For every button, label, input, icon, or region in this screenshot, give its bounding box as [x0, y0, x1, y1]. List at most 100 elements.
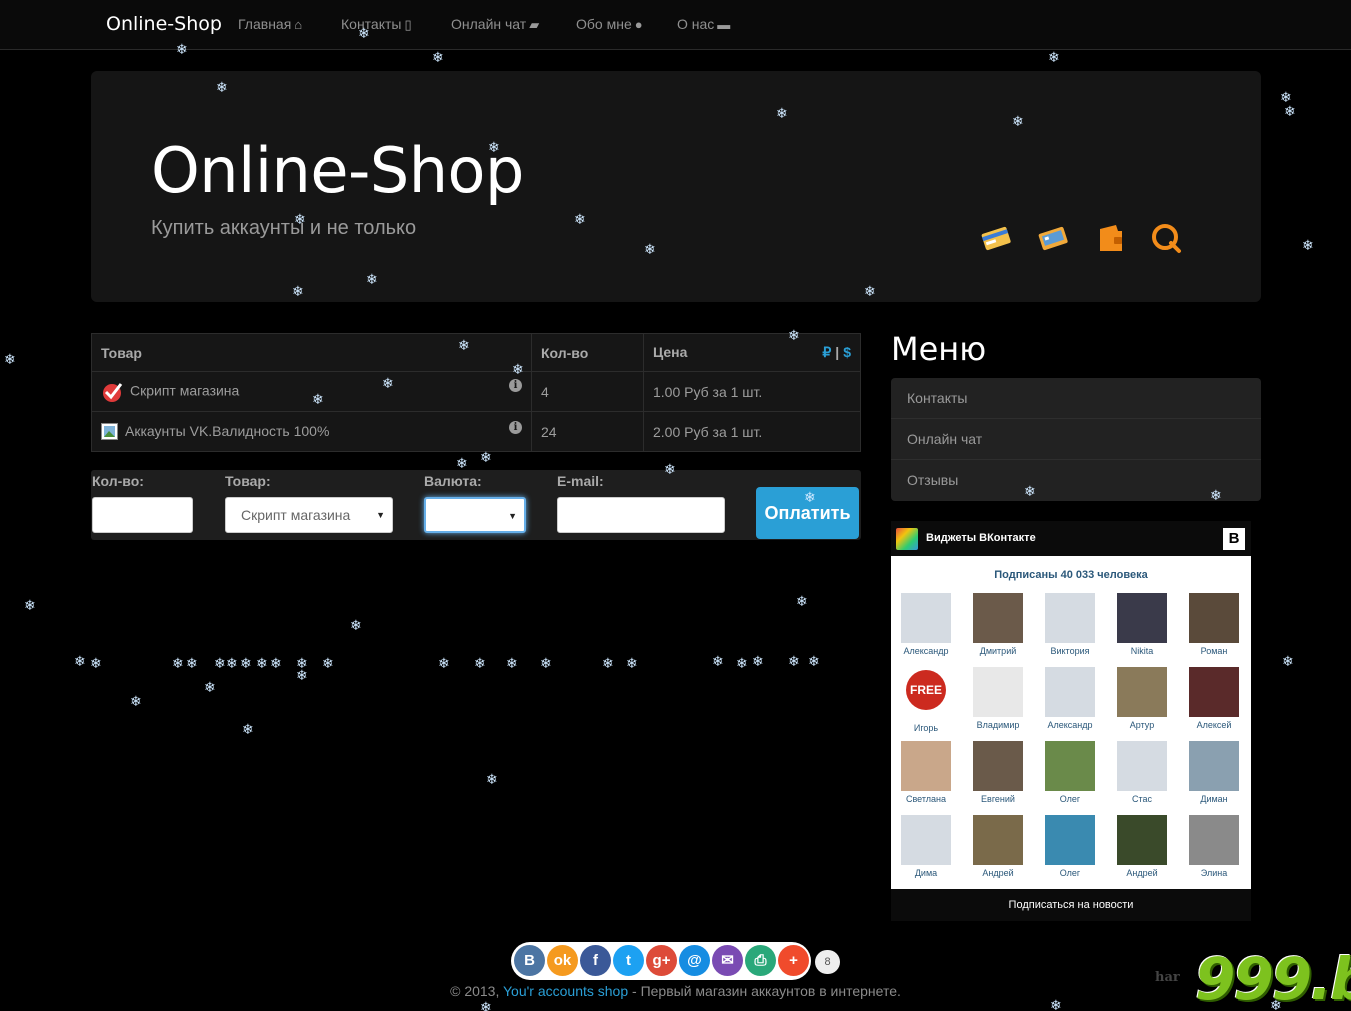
more-icon[interactable]: +: [778, 945, 809, 976]
footer-shop-link[interactable]: You'r accounts shop: [503, 983, 628, 999]
currency-usd-link[interactable]: $: [843, 344, 851, 360]
vk-user[interactable]: Александр: [1040, 667, 1100, 730]
pay-button[interactable]: Оплатить: [756, 487, 859, 539]
vk-user[interactable]: Алексей: [1184, 667, 1244, 730]
snowflake-icon: ❄: [226, 655, 238, 671]
snowflake-icon: ❄: [90, 655, 102, 671]
brand-link[interactable]: Online-Shop: [106, 13, 222, 35]
menu-item-contacts[interactable]: Контакты: [891, 378, 1261, 419]
nav-about-us[interactable]: О нас ▬: [677, 16, 730, 32]
vk-subscribe-button[interactable]: Подписаться на новости: [891, 889, 1251, 921]
avatar[interactable]: [1045, 815, 1095, 865]
info-icon[interactable]: i: [509, 378, 522, 392]
snowflake-icon: ❄: [350, 617, 362, 633]
vk-user[interactable]: Элина: [1184, 815, 1244, 878]
vk-user-name: Олег: [1059, 868, 1081, 878]
email-icon[interactable]: ✉: [712, 945, 743, 976]
avatar[interactable]: [1117, 593, 1167, 643]
vk-user[interactable]: Александр: [896, 593, 956, 656]
avatar[interactable]: [973, 667, 1023, 717]
google-plus-icon[interactable]: g+: [646, 945, 677, 976]
vk-user-name: Олег: [1059, 794, 1081, 804]
vk-user[interactable]: Дима: [896, 815, 956, 878]
odnoklassniki-icon[interactable]: ok: [547, 945, 578, 976]
product-name: Скрипт магазина: [130, 382, 240, 399]
avatar[interactable]: [1045, 667, 1095, 717]
mailru-icon[interactable]: @: [679, 945, 710, 976]
avatar[interactable]: [901, 741, 951, 791]
vk-user[interactable]: Виктория: [1040, 593, 1100, 656]
vk-user[interactable]: Артур: [1112, 667, 1172, 730]
card-icon[interactable]: [979, 221, 1013, 255]
vk-share-icon[interactable]: B: [514, 945, 545, 976]
currency-rub-link[interactable]: ₽: [822, 344, 831, 360]
vk-user[interactable]: Роман: [1184, 593, 1244, 656]
vk-user[interactable]: Nikita: [1112, 593, 1172, 656]
snowflake-icon: ❄: [1280, 89, 1292, 105]
snowflake-icon: ❄: [24, 597, 36, 613]
menu-item-reviews[interactable]: Отзывы: [891, 460, 1261, 501]
snowflake-icon: ❄: [256, 655, 268, 671]
nav-chat[interactable]: Онлайн чат ▰: [451, 16, 539, 33]
avatar[interactable]: [1045, 593, 1095, 643]
vk-user[interactable]: Олег: [1040, 815, 1100, 878]
menu-title: Меню: [891, 330, 987, 368]
print-icon[interactable]: ⎙: [745, 945, 776, 976]
vk-user-name: Александр: [903, 646, 949, 656]
avatar[interactable]: [1189, 815, 1239, 865]
avatar[interactable]: FREE: [901, 670, 951, 720]
avatar[interactable]: [973, 741, 1023, 791]
currency-select[interactable]: ▼: [424, 497, 526, 533]
footer-copyright: © 2013,: [450, 983, 500, 999]
vk-logo-icon[interactable]: В: [1223, 528, 1245, 550]
nav-home[interactable]: Главная ⌂: [238, 16, 302, 32]
twitter-icon[interactable]: t: [613, 945, 644, 976]
nav-contacts[interactable]: Контакты ▯: [341, 16, 412, 33]
vk-user[interactable]: Олег: [1040, 741, 1100, 804]
vk-user[interactable]: Андрей: [1112, 815, 1172, 878]
email-field[interactable]: [557, 497, 725, 533]
footer-tagline: - Первый магазин аккаунтов в интернете.: [632, 983, 901, 999]
menu-item-chat[interactable]: Онлайн чат: [891, 419, 1261, 460]
vk-user[interactable]: FREE Игорь: [896, 667, 956, 733]
snowflake-icon: ❄: [240, 655, 252, 671]
info-icon[interactable]: i: [509, 420, 522, 434]
avatar[interactable]: [1189, 741, 1239, 791]
vk-user[interactable]: Владимир: [968, 667, 1028, 730]
vk-user[interactable]: Дмитрий: [968, 593, 1028, 656]
avatar[interactable]: [1189, 667, 1239, 717]
bank-card-icon[interactable]: [1036, 221, 1070, 255]
table-row[interactable]: Скрипт магазина i 4 1.00 Руб за 1 шт.: [91, 371, 861, 412]
share-count: 8: [815, 950, 840, 974]
product-label: Товар:: [225, 473, 271, 489]
vk-user[interactable]: Диман: [1184, 741, 1244, 804]
vk-user-name: Виктория: [1050, 646, 1090, 656]
avatar[interactable]: [1045, 741, 1095, 791]
avatar[interactable]: [1117, 667, 1167, 717]
avatar[interactable]: [973, 593, 1023, 643]
nav-about-me[interactable]: Обо мне ●: [576, 16, 643, 32]
side-menu: Контакты Онлайн чат Отзывы: [891, 378, 1261, 501]
broken-image-icon: [101, 423, 118, 441]
product-name-cell: Скрипт магазина i: [91, 371, 532, 412]
vk-widget-title[interactable]: Виджеты ВКонтакте: [926, 532, 1036, 544]
product-select[interactable]: Скрипт магазина ▼: [225, 497, 393, 533]
wallet-icon[interactable]: [1094, 221, 1128, 255]
vk-user[interactable]: Стас: [1112, 741, 1172, 804]
avatar[interactable]: [1117, 815, 1167, 865]
vk-user[interactable]: Светлана: [896, 741, 956, 804]
avatar[interactable]: [901, 593, 951, 643]
comment-icon: ▰: [529, 17, 540, 32]
vk-user[interactable]: Андрей: [968, 815, 1028, 878]
facebook-icon[interactable]: f: [580, 945, 611, 976]
vk-user-name: Стас: [1131, 794, 1153, 804]
vk-user-name: Светлана: [905, 794, 947, 804]
avatar[interactable]: [1117, 741, 1167, 791]
table-row[interactable]: Аккаунты VK.Валидность 100% i 24 2.00 Ру…: [91, 411, 861, 452]
avatar[interactable]: [901, 815, 951, 865]
avatar[interactable]: [973, 815, 1023, 865]
vk-user[interactable]: Евгений: [968, 741, 1028, 804]
avatar[interactable]: [1189, 593, 1239, 643]
quantity-input[interactable]: [92, 497, 193, 533]
qiwi-icon[interactable]: [1149, 221, 1183, 255]
